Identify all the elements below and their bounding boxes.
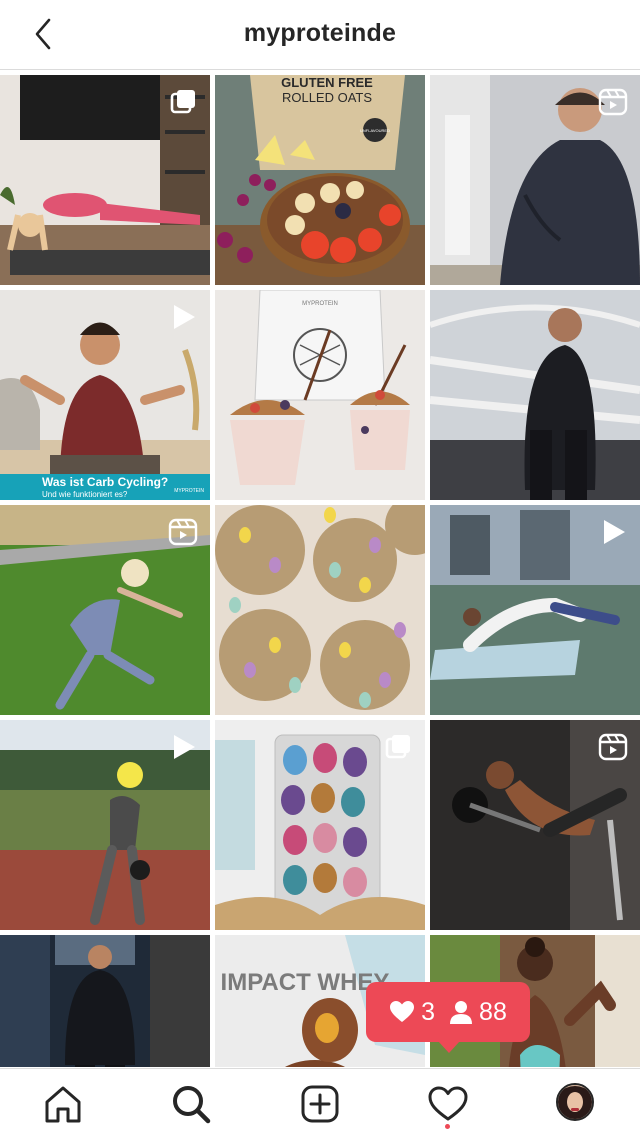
- play-icon: [168, 302, 198, 332]
- play-icon: [598, 517, 628, 547]
- post-tile[interactable]: Was ist Carb Cycling? Und wie funktionie…: [0, 290, 210, 500]
- bag-text-2: ROLLED OATS: [282, 90, 372, 105]
- bag-text: MYPROTEIN: [302, 301, 338, 307]
- page-title: myproteinde: [243, 19, 397, 47]
- post-image: [430, 290, 640, 500]
- add-post-icon: [301, 1085, 339, 1123]
- post-tile[interactable]: [0, 935, 210, 1067]
- post-tile[interactable]: [430, 505, 640, 715]
- post-tile[interactable]: [215, 505, 425, 715]
- post-image: [0, 935, 210, 1067]
- activity-indicator-dot: [445, 1124, 450, 1129]
- heart-icon: [390, 1001, 415, 1022]
- post-image: GLUTEN FREE ROLLED OATS UNFLAVOURED: [215, 75, 425, 285]
- likes-count: 3: [421, 997, 436, 1026]
- activity-heart-icon: [428, 1086, 468, 1121]
- home-button[interactable]: [42, 1083, 84, 1125]
- bottom-navigation: [0, 1068, 640, 1138]
- post-grid: GLUTEN FREE ROLLED OATS UNFLAVOURED Was …: [0, 75, 640, 1067]
- followers-count: 88: [479, 997, 507, 1026]
- profile-avatar[interactable]: [556, 1083, 594, 1121]
- post-image: [215, 505, 425, 715]
- new-post-button[interactable]: [299, 1083, 341, 1125]
- activity-notification-bubble[interactable]: 3 88: [366, 982, 530, 1053]
- post-tile[interactable]: [0, 75, 210, 285]
- search-icon: [173, 1086, 211, 1124]
- play-icon: [168, 732, 198, 762]
- reels-icon: [168, 517, 198, 547]
- post-tile[interactable]: MYPROTEIN: [215, 290, 425, 500]
- post-tile[interactable]: [215, 720, 425, 930]
- post-tile[interactable]: [0, 505, 210, 715]
- post-tile[interactable]: [430, 720, 640, 930]
- bag-text-1: GLUTEN FREE: [281, 75, 373, 90]
- post-image: MYPROTEIN: [215, 290, 425, 500]
- post-tile[interactable]: [0, 720, 210, 930]
- search-button[interactable]: [170, 1083, 212, 1125]
- tile-text: IMPACT WHEY: [221, 969, 390, 996]
- reels-icon: [598, 732, 628, 762]
- post-tile[interactable]: [430, 75, 640, 285]
- video-caption-band: Was ist Carb Cycling? Und wie funktionie…: [0, 474, 210, 500]
- caption-title: Was ist Carb Cycling?: [42, 475, 169, 489]
- reels-icon: [598, 87, 628, 117]
- caption-brand: MYPROTEIN: [174, 488, 204, 494]
- bag-sticker: UNFLAVOURED: [360, 128, 390, 133]
- person-icon: [450, 1001, 473, 1024]
- top-bar: myproteinde: [0, 0, 640, 70]
- post-tile[interactable]: GLUTEN FREE ROLLED OATS UNFLAVOURED: [215, 75, 425, 285]
- post-tile[interactable]: [430, 290, 640, 500]
- multiple-photos-icon: [383, 732, 413, 762]
- home-icon: [45, 1086, 81, 1123]
- activity-button[interactable]: [427, 1083, 469, 1125]
- multiple-photos-icon: [168, 87, 198, 117]
